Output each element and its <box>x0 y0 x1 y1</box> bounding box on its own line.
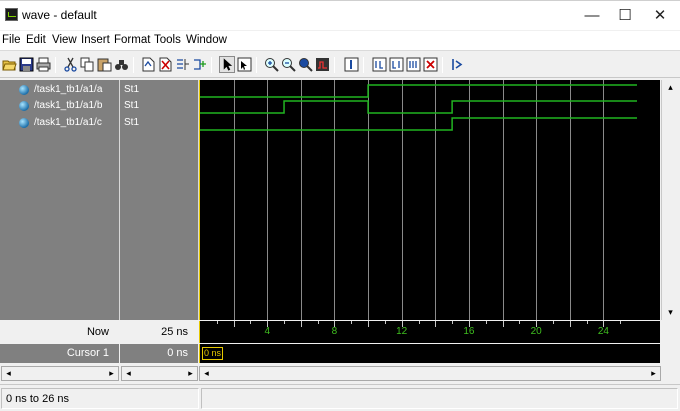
now-label-cell: Now <box>0 321 119 343</box>
zoom-range-icon[interactable] <box>314 56 330 73</box>
paste-icon[interactable] <box>96 56 112 73</box>
now-label: Now <box>86 326 109 338</box>
cursor-bar[interactable]: 0 ns <box>199 344 660 363</box>
zoom-out-icon[interactable] <box>280 56 296 73</box>
signal-icon <box>19 85 29 95</box>
add-signal-icon[interactable] <box>140 56 156 73</box>
print-icon[interactable] <box>35 56 51 73</box>
toolbar-separator <box>133 57 134 73</box>
now-value: 25 ns <box>161 326 188 338</box>
cursor-time-tag[interactable]: 0 ns <box>202 347 224 360</box>
cursor-label[interactable]: Cursor 1 <box>67 347 109 359</box>
find-icon[interactable] <box>113 56 129 73</box>
cut-icon[interactable] <box>62 56 78 73</box>
menu-window[interactable]: Window <box>186 34 227 46</box>
delete-cursor-icon[interactable] <box>422 56 438 73</box>
status-bar: 0 ns to 26 ns <box>0 384 680 411</box>
cursor-value-cell: 0 ns <box>120 344 198 363</box>
vertical-scrollbar[interactable]: ▴ ▾ <box>661 80 680 320</box>
insert-divider-icon[interactable] <box>174 56 190 73</box>
waveform-horizontal-scrollbar[interactable]: ◂ ▸ <box>199 366 661 381</box>
now-value-cell: 25 ns <box>120 321 198 343</box>
names-horizontal-scrollbar[interactable]: ◂ ▸ <box>1 366 119 381</box>
values-horizontal-scrollbar[interactable]: ◂ ▸ <box>121 366 198 381</box>
zoom-full-icon[interactable] <box>297 56 313 73</box>
signal-name: /task1_tb1/a1/a <box>34 84 103 95</box>
menu-file[interactable]: File <box>2 34 21 46</box>
menu-view[interactable]: View <box>52 34 77 46</box>
signal-value: St1 <box>124 100 140 111</box>
signal-value: St1 <box>124 117 140 128</box>
scroll-left-arrow[interactable]: ◂ <box>2 367 15 380</box>
zoom-mode-icon[interactable] <box>236 56 252 73</box>
find-edge-prev-icon[interactable] <box>371 56 387 73</box>
scroll-right-arrow[interactable]: ▸ <box>184 367 197 380</box>
menu-edit[interactable]: Edit <box>26 34 46 46</box>
scroll-up-arrow[interactable]: ▴ <box>664 81 677 94</box>
select-mode-icon[interactable] <box>219 56 235 73</box>
menu-tools[interactable]: Tools <box>154 34 181 46</box>
status-empty-cell <box>201 388 678 409</box>
signal-waveform <box>200 84 637 98</box>
signal-name: /task1_tb1/a1/b <box>34 100 103 111</box>
find-edge-icon[interactable] <box>405 56 421 73</box>
ruler-tick-label: 20 <box>530 326 542 337</box>
scroll-right-arrow[interactable]: ▸ <box>647 367 660 380</box>
signal-row[interactable]: /task1_tb1/a1/b <box>0 99 119 113</box>
window-title: wave - default <box>22 8 97 22</box>
signal-icon <box>19 118 29 128</box>
toolbar-separator <box>363 57 364 73</box>
status-time-range-cell: 0 ns to 26 ns <box>1 388 199 409</box>
step-icon[interactable] <box>449 56 465 73</box>
time-ruler[interactable]: 4 8 12 16 20 24 <box>199 321 660 343</box>
minimize-button[interactable]: — <box>577 5 607 27</box>
maximize-button[interactable]: ☐ <box>610 5 640 27</box>
toolbar-separator <box>334 57 335 73</box>
menu-insert[interactable]: Insert <box>81 34 110 46</box>
zoom-in-icon[interactable] <box>263 56 279 73</box>
ruler-tick-label: 24 <box>597 326 609 337</box>
ruler-tick-label: 16 <box>463 326 475 337</box>
ruler-tick-label: 4 <box>264 326 270 337</box>
waveform-canvas <box>200 80 637 320</box>
signal-row[interactable]: /task1_tb1/a1/c <box>0 116 119 130</box>
cursor-value: 0 ns <box>167 347 188 359</box>
signal-value-pane: St1 St1 St1 <box>120 80 198 320</box>
find-edge-next-icon[interactable] <box>388 56 404 73</box>
save-icon[interactable] <box>18 56 34 73</box>
toolbar-separator <box>256 57 257 73</box>
signal-waveform <box>200 100 637 114</box>
scroll-down-arrow[interactable]: ▾ <box>664 306 677 319</box>
toolbar-separator <box>211 57 212 73</box>
ruler-tick-label: 12 <box>396 326 408 337</box>
toolbar-separator <box>55 57 56 73</box>
cursor-label-cell: Cursor 1 <box>0 344 119 363</box>
scroll-left-arrow[interactable]: ◂ <box>122 367 135 380</box>
insert-breakpoint-icon[interactable] <box>191 56 207 73</box>
delete-signal-icon[interactable] <box>157 56 173 73</box>
copy-icon[interactable] <box>79 56 95 73</box>
ruler-tick-label: 8 <box>331 326 338 337</box>
toolbar-separator <box>442 57 443 73</box>
signal-icon <box>19 101 29 111</box>
status-time-range: 0 ns to 26 ns <box>6 393 69 405</box>
waveform-pane[interactable] <box>199 80 660 320</box>
close-button[interactable]: ✕ <box>645 5 675 27</box>
toolbar <box>0 52 680 78</box>
add-cursor-icon[interactable] <box>343 56 359 73</box>
open-folder-icon[interactable] <box>1 56 17 73</box>
signal-value: St1 <box>124 84 140 95</box>
scroll-left-arrow[interactable]: ◂ <box>200 367 213 380</box>
signal-name: /task1_tb1/a1/c <box>34 117 102 128</box>
scroll-right-arrow[interactable]: ▸ <box>105 367 118 380</box>
signal-name-pane: /task1_tb1/a1/a /task1_tb1/a1/b /task1_t… <box>0 80 119 320</box>
signal-waveform <box>200 117 637 131</box>
menu-bar: File Edit View Insert Format Tools Windo… <box>0 31 680 51</box>
signal-row[interactable]: /task1_tb1/a1/a <box>0 83 119 97</box>
menu-format[interactable]: Format <box>114 34 150 46</box>
app-icon <box>5 8 18 21</box>
title-bar: wave - default — ☐ ✕ <box>0 0 680 30</box>
